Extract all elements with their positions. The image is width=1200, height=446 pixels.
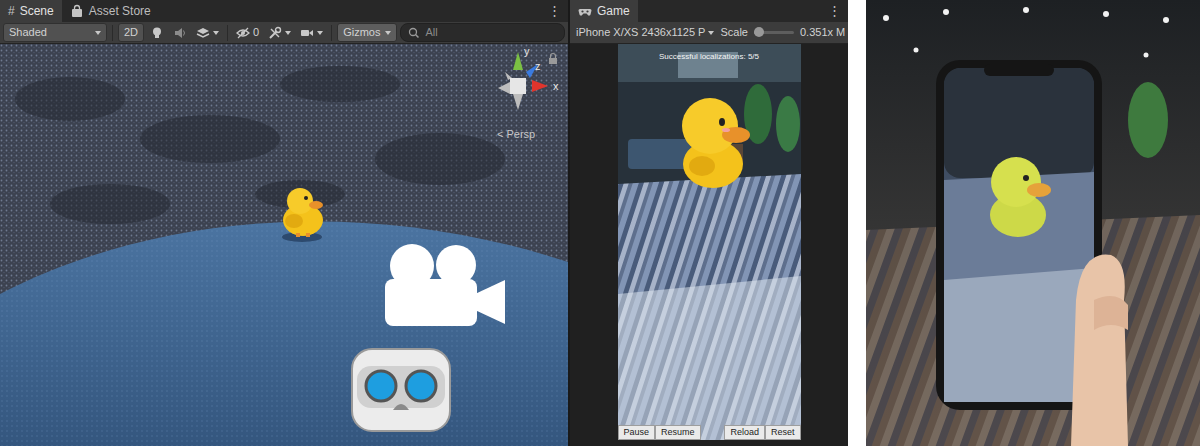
scene-tab[interactable]: Asset Store — [62, 0, 159, 22]
shading-label: Shaded — [9, 24, 47, 41]
button-group: PauseResume — [618, 425, 701, 440]
gizmos-dropdown[interactable]: Gizmos — [337, 23, 397, 42]
scale-value: 0.351x — [800, 24, 833, 41]
button-group: ReloadReset — [724, 425, 800, 440]
projection-label[interactable]: < Persp — [497, 128, 535, 141]
axis-label[interactable]: z — [535, 61, 541, 72]
axis-label[interactable]: y — [524, 46, 530, 57]
caret-icon — [317, 31, 323, 35]
eye-hidden-icon — [236, 26, 250, 40]
unity-editor: # Scene Asset Store ⋮ Shaded 2D — [0, 0, 848, 446]
game-render: Successful localizations: 5/5 PauseResum… — [618, 44, 801, 440]
camera-feed — [618, 44, 801, 440]
caret-icon — [95, 31, 101, 35]
hidden-objects-toggle[interactable]: 0 — [233, 24, 262, 41]
resolution-dropdown[interactable]: iPhone X/XS 2436x1125 P — [573, 24, 717, 41]
point-cloud-scene — [0, 44, 568, 446]
lighting-toggle[interactable] — [147, 24, 167, 41]
game-tab-bar: Game ⋮ — [570, 0, 848, 22]
hidden-count: 0 — [253, 24, 259, 41]
layers-icon — [196, 26, 210, 40]
scene-tab-label: Asset Store — [89, 2, 151, 20]
game-viewport: Successful localizations: 5/5 PauseResum… — [570, 44, 848, 446]
phone-photo — [866, 0, 1200, 446]
shading-dropdown[interactable]: Shaded — [3, 23, 107, 42]
gizmos-label: Gizmos — [343, 24, 380, 41]
pause-button[interactable]: Pause — [618, 425, 656, 440]
camera-dropdown[interactable] — [297, 24, 326, 41]
grid-icon: # — [8, 2, 15, 20]
vr-headset-icon[interactable] — [352, 349, 450, 431]
tools-icon — [268, 26, 282, 40]
device-photo — [866, 0, 1200, 446]
axis-label[interactable]: x — [553, 81, 559, 92]
scale-slider[interactable] — [754, 31, 794, 34]
game-panel: Game ⋮ iPhone X/XS 2436x1125 P Scale 0.3… — [570, 0, 848, 446]
reload-button[interactable]: Reload — [724, 425, 765, 440]
game-tab-label: Game — [597, 2, 630, 20]
camera-gizmo-icon[interactable] — [385, 244, 505, 326]
game-toolbar: iPhone X/XS 2436x1125 P Scale 0.351x M — [570, 22, 848, 44]
caret-icon — [385, 31, 391, 35]
resume-button[interactable]: Resume — [655, 425, 701, 440]
game-button-bar: PauseResume ReloadReset — [618, 425, 801, 440]
lock-icon[interactable] — [549, 54, 557, 65]
shopping-bag-icon — [70, 4, 84, 18]
scene-tab-label: Scene — [20, 2, 54, 20]
scene-menu-button[interactable]: ⋮ — [541, 0, 568, 22]
scene-tab[interactable]: # Scene — [0, 0, 62, 22]
scene-search[interactable] — [400, 23, 565, 42]
search-input[interactable] — [425, 24, 558, 41]
scene-toolbar: Shaded 2D 0 — [0, 22, 568, 44]
game-tab[interactable]: Game — [570, 0, 638, 22]
tools-dropdown[interactable] — [265, 24, 294, 41]
localization-status: Successful localizations: 5/5 — [618, 52, 801, 62]
scene-viewport[interactable]: yz x < Persp — [0, 44, 568, 446]
speaker-icon — [173, 26, 187, 40]
search-icon — [407, 26, 421, 40]
resolution-label: iPhone X/XS 2436x1125 P — [576, 24, 705, 41]
audio-toggle[interactable] — [170, 24, 190, 41]
scale-knob[interactable] — [754, 27, 764, 37]
camera-icon — [300, 26, 314, 40]
caret-icon — [213, 31, 219, 35]
scene-panel: # Scene Asset Store ⋮ Shaded 2D — [0, 0, 568, 446]
orientation-gizmo[interactable] — [498, 52, 548, 110]
gamepad-icon — [578, 4, 592, 18]
2d-toggle[interactable]: 2D — [118, 23, 144, 42]
duck-model[interactable] — [282, 188, 323, 242]
game-menu-button[interactable]: ⋮ — [821, 0, 848, 22]
effects-dropdown[interactable] — [193, 24, 222, 41]
maximize-label[interactable]: M — [836, 24, 845, 41]
scale-label: Scale — [720, 24, 748, 41]
caret-icon — [285, 31, 291, 35]
reset-button[interactable]: Reset — [765, 425, 801, 440]
lightbulb-icon — [150, 26, 164, 40]
scene-tab-bar: # Scene Asset Store ⋮ — [0, 0, 568, 22]
caret-icon — [708, 31, 714, 35]
